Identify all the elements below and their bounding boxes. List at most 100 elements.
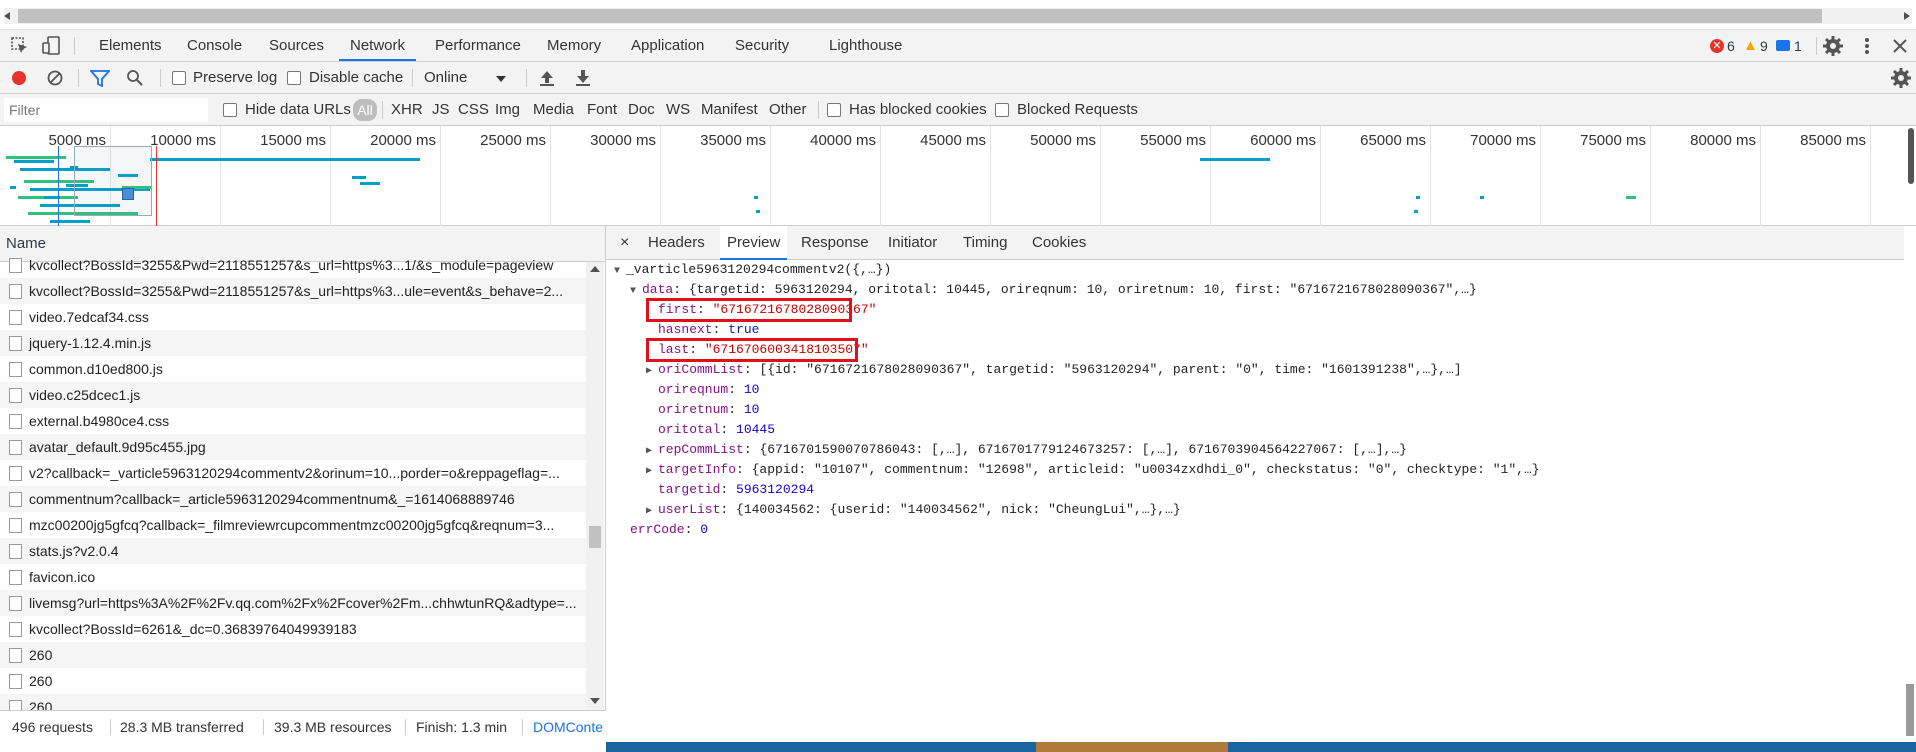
request-row[interactable]: livemsg?url=https%3A%2F%2Fv.qq.com%2Fx%2…	[0, 590, 586, 616]
expand-arrow-icon[interactable]: ▼	[630, 282, 642, 302]
type-filter-font[interactable]: Font	[587, 101, 617, 118]
request-name: kvcollect?BossId=3255&Pwd=2118551257&s_u…	[29, 283, 564, 299]
tab-memory[interactable]: Memory	[547, 30, 601, 61]
import-har-icon[interactable]	[538, 68, 556, 88]
request-row[interactable]: video.c25dcec1.js	[0, 382, 586, 408]
scroll-up-arrow-icon[interactable]	[590, 266, 600, 272]
network-settings-gear-icon[interactable]	[1890, 67, 1912, 89]
type-filter-xhr[interactable]: XHR	[391, 101, 423, 118]
warning-icon: ▲	[1743, 37, 1758, 54]
more-options-icon[interactable]	[1857, 36, 1877, 56]
filter-icon[interactable]	[90, 69, 110, 87]
tab-preview[interactable]: Preview	[720, 226, 788, 260]
disable-cache-checkbox[interactable]	[287, 71, 301, 85]
request-name: common.d10ed800.js	[29, 361, 163, 377]
json-root-node[interactable]: ▼ _varticle5963120294commentv2({,…})	[614, 260, 891, 280]
json-repcommlist-node[interactable]: ▶ repCommList: {6716701590070786043: [,…]…	[646, 440, 1407, 460]
expand-arrow-icon[interactable]: ▶	[646, 362, 658, 382]
blocked-requests-checkbox[interactable]	[995, 103, 1009, 117]
request-list-scrollbar[interactable]	[586, 262, 604, 710]
request-row[interactable]: video.7edcaf34.css	[0, 304, 586, 330]
tab-response[interactable]: Response	[801, 226, 869, 260]
request-row[interactable]: 260	[0, 668, 586, 694]
request-row[interactable]: kvcollect?BossId=3255&Pwd=2118551257&s_u…	[0, 252, 586, 278]
request-row[interactable]: v2?callback=_varticle5963120294commentv2…	[0, 460, 586, 486]
search-icon[interactable]	[126, 69, 144, 87]
tab-initiator[interactable]: Initiator	[888, 226, 937, 260]
record-icon[interactable]	[12, 71, 26, 85]
waterfall-segment	[1200, 158, 1240, 161]
tab-console[interactable]: Console	[187, 30, 242, 61]
preview-scrollbar[interactable]	[1904, 226, 1916, 742]
type-filter-media[interactable]: Media	[533, 101, 574, 118]
filter-input[interactable]	[4, 98, 208, 122]
json-targetinfo-node[interactable]: ▶ targetInfo: {appid: "10107", commentnum…	[646, 460, 1540, 480]
type-filter-doc[interactable]: Doc	[628, 101, 655, 118]
scroll-down-arrow-icon[interactable]	[590, 698, 600, 704]
json-userlist-node[interactable]: ▶ userList: {140034562: {userid: "1400345…	[646, 500, 1181, 520]
tab-headers[interactable]: Headers	[648, 226, 705, 260]
tab-elements[interactable]: Elements	[99, 30, 162, 61]
tab-lighthouse[interactable]: Lighthouse	[829, 30, 902, 61]
type-filter-css[interactable]: CSS	[458, 101, 489, 118]
expand-arrow-icon[interactable]: ▶	[646, 502, 658, 522]
request-row[interactable]: 260	[0, 694, 586, 710]
scroll-left-arrow-icon[interactable]	[4, 12, 10, 20]
scrollbar-thumb[interactable]	[18, 9, 1822, 23]
request-row[interactable]: jquery-1.12.4.min.js	[0, 330, 586, 356]
request-row[interactable]: favicon.ico	[0, 564, 586, 590]
timeline-tick-label: 70000 ms	[1470, 132, 1536, 149]
scroll-right-arrow-icon[interactable]	[1904, 12, 1910, 20]
expand-arrow-icon[interactable]: ▼	[614, 262, 626, 282]
timeline-overview[interactable]: 5000 ms 10000 ms 15000 ms 20000 ms 25000 ms 3…	[0, 126, 1916, 226]
tab-cookies[interactable]: Cookies	[1032, 226, 1086, 260]
preserve-log-checkbox[interactable]	[172, 71, 186, 85]
request-row[interactable]: external.b4980ce4.css	[0, 408, 586, 434]
type-filter-other[interactable]: Other	[769, 101, 807, 118]
throttling-select[interactable]: Online	[420, 65, 514, 91]
timeline-selection[interactable]	[74, 146, 152, 216]
request-row[interactable]: 260	[0, 642, 586, 668]
request-row[interactable]: kvcollect?BossId=6261&_dc=0.368397640499…	[0, 616, 586, 642]
clear-icon[interactable]	[46, 69, 64, 87]
request-row[interactable]: kvcollect?BossId=3255&Pwd=2118551257&s_u…	[0, 278, 586, 304]
selection-handle[interactable]	[122, 188, 134, 200]
scrollbar-thumb[interactable]	[1906, 684, 1914, 736]
inspect-element-icon[interactable]	[10, 36, 30, 56]
timeline-tick-label: 80000 ms	[1690, 132, 1756, 149]
timeline-gridline	[330, 126, 331, 226]
close-detail-icon[interactable]: ×	[620, 226, 629, 260]
type-filter-img[interactable]: Img	[495, 101, 520, 118]
json-data-node[interactable]: ▼ data: {targetid: 5963120294, oritotal: …	[630, 280, 1477, 300]
request-row[interactable]: commentnum?callback=_article5963120294co…	[0, 486, 586, 512]
type-filter-manifest[interactable]: Manifest	[701, 101, 758, 118]
tab-sources[interactable]: Sources	[269, 30, 324, 61]
request-row[interactable]: avatar_default.9d95c455.jpg	[0, 434, 586, 460]
expand-arrow-icon[interactable]: ▶	[646, 462, 658, 482]
request-row[interactable]: mzc00200jg5gfcq?callback=_filmreviewrcup…	[0, 512, 586, 538]
overview-scrollbar-thumb[interactable]	[1908, 128, 1914, 184]
tab-performance[interactable]: Performance	[435, 30, 521, 61]
has-blocked-cookies-checkbox[interactable]	[827, 103, 841, 117]
close-devtools-icon[interactable]	[1890, 36, 1910, 56]
tab-application[interactable]: Application	[631, 30, 704, 61]
page-horizontal-scrollbar[interactable]	[0, 0, 1916, 30]
type-filter-ws[interactable]: WS	[666, 101, 690, 118]
tab-timing[interactable]: Timing	[963, 226, 1007, 260]
expand-arrow-icon[interactable]: ▶	[646, 442, 658, 462]
json-oricommlist-node[interactable]: ▶ oriCommList: [{id: "6716721678028090367…	[646, 360, 1462, 380]
type-filter-all[interactable]: All	[353, 99, 377, 121]
settings-gear-icon[interactable]	[1822, 35, 1844, 57]
divider	[74, 37, 75, 55]
request-row[interactable]: common.d10ed800.js	[0, 356, 586, 382]
type-filter-js[interactable]: JS	[432, 101, 450, 118]
request-name: external.b4980ce4.css	[29, 413, 170, 429]
scrollbar-thumb[interactable]	[589, 526, 601, 548]
tab-security[interactable]: Security	[735, 30, 789, 61]
timeline-gridline	[1760, 126, 1761, 226]
hide-data-urls-checkbox[interactable]	[223, 103, 237, 117]
export-har-icon[interactable]	[574, 68, 592, 88]
request-row[interactable]: stats.js?v2.0.4	[0, 538, 586, 564]
device-toolbar-icon[interactable]	[42, 35, 62, 57]
tab-network[interactable]: Network	[339, 30, 417, 61]
